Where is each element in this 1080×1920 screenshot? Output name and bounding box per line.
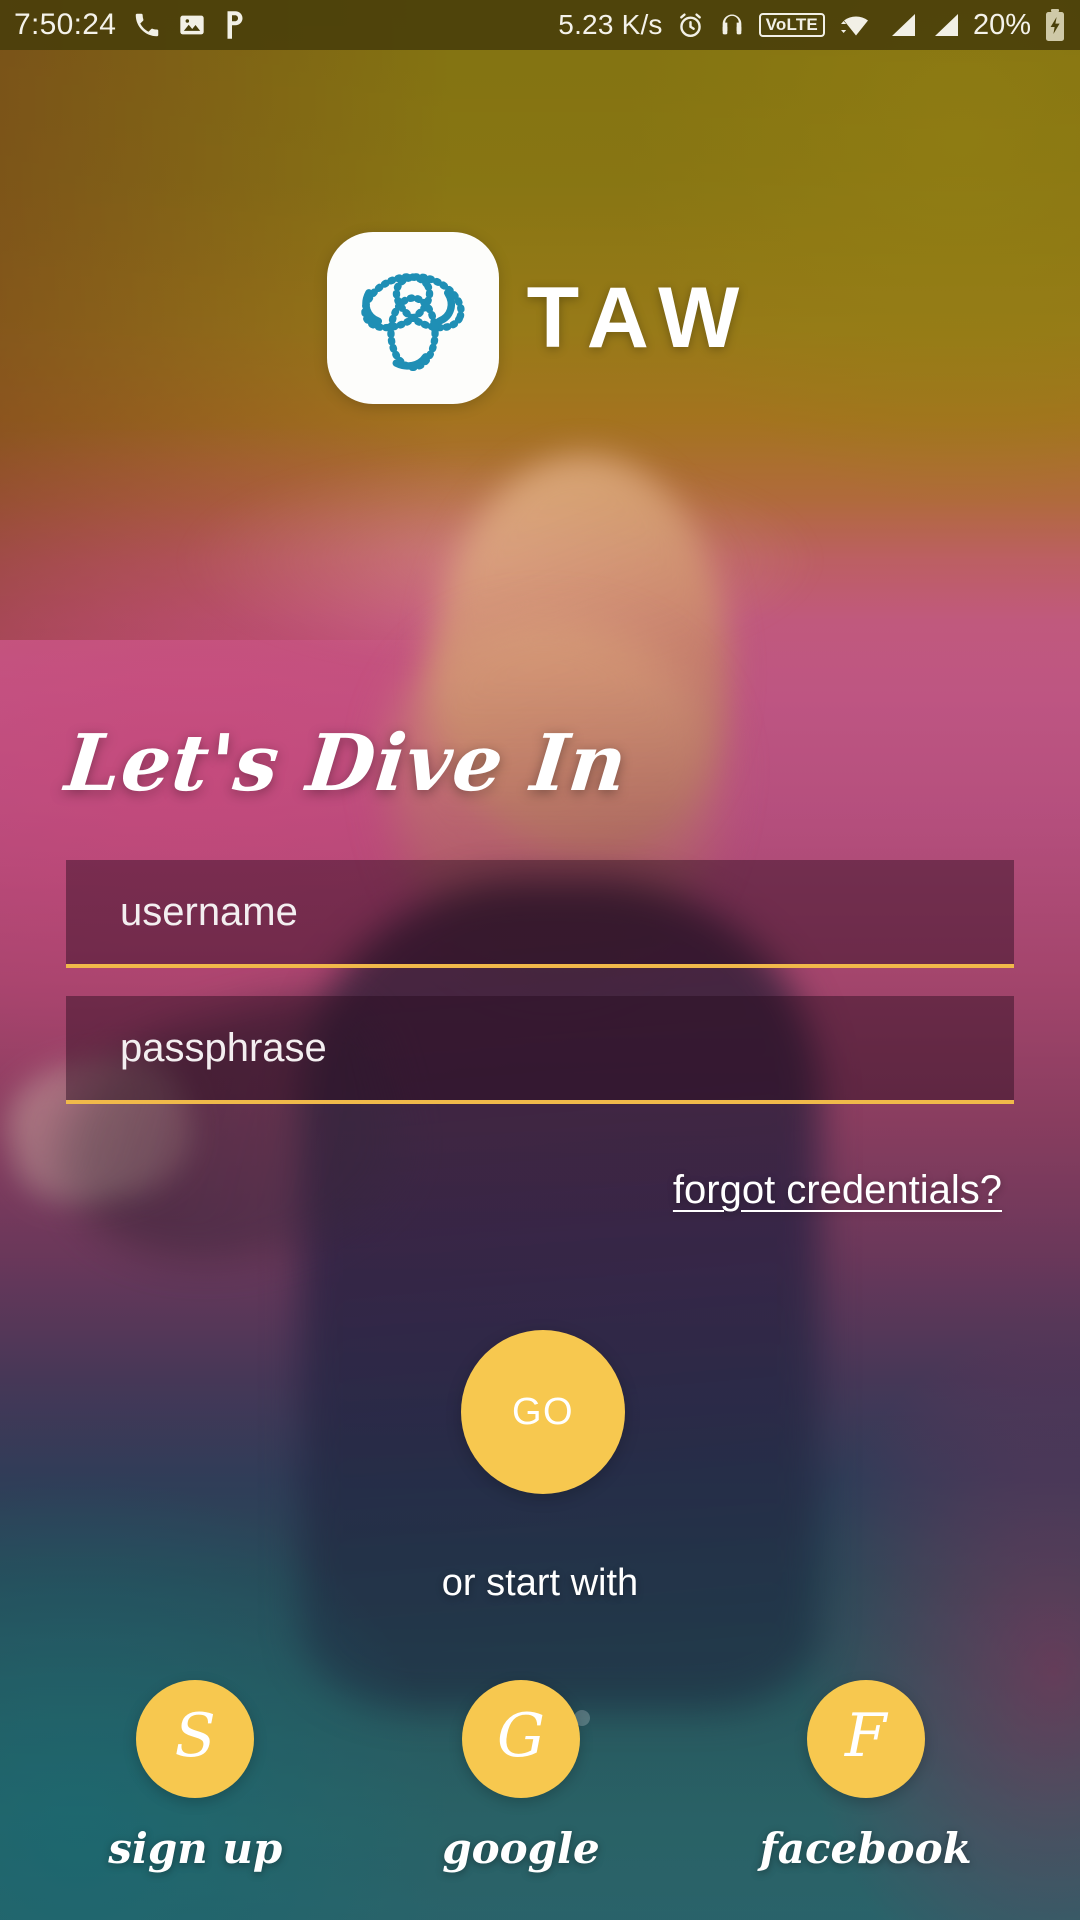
wifi-icon	[838, 11, 874, 39]
app-logo-tile	[326, 232, 499, 404]
headset-icon	[718, 11, 746, 39]
battery-percent-label: 20%	[972, 8, 1031, 41]
script-f-icon[interactable]: F	[806, 1680, 925, 1798]
status-bar-right: 5.23 K/s VoLTE 20%	[558, 8, 1066, 42]
facebook-button[interactable]: F facebook	[760, 1680, 972, 1873]
brand-name: TAW	[526, 270, 754, 366]
status-network-speed: 5.23 K/s	[558, 9, 663, 40]
google-glyph: G	[497, 1701, 545, 1771]
submit-button[interactable]: GO	[461, 1330, 625, 1494]
status-time: 7:50:24	[14, 8, 117, 41]
login-screen: 7:50:24 5.23 K/s VoLTE 20% TAW Let's Div…	[0, 0, 1080, 1920]
battery-charging-icon	[1044, 8, 1066, 42]
trefoil-knot-icon	[350, 255, 476, 381]
username-field[interactable]	[66, 860, 1014, 968]
alarm-icon	[676, 11, 705, 40]
forgot-credentials-link[interactable]: forgot credentials?	[673, 1168, 1002, 1213]
page-title: Let's Dive In	[61, 718, 632, 809]
script-g-icon[interactable]: G	[461, 1680, 580, 1798]
sign-up-glyph: S	[174, 1701, 216, 1771]
username-input[interactable]	[120, 860, 1014, 964]
facebook-glyph: F	[844, 1701, 887, 1771]
gallery-icon	[178, 11, 206, 39]
google-label: google	[442, 1824, 600, 1873]
sign-up-label: sign up	[108, 1824, 283, 1873]
phone-icon	[132, 10, 162, 40]
status-bar-left: 7:50:24	[14, 8, 248, 42]
script-s-icon[interactable]: S	[136, 1680, 255, 1798]
social-buttons: S sign up G google F facebook	[0, 1680, 1080, 1873]
facebook-label: facebook	[759, 1824, 972, 1873]
social-divider-label: or start with	[441, 1562, 639, 1604]
status-bar: 7:50:24 5.23 K/s VoLTE 20%	[0, 0, 1080, 50]
brand-header: TAW	[0, 232, 1080, 404]
volte-icon: VoLTE	[758, 13, 825, 37]
signal2-icon	[930, 11, 960, 39]
phonepe-icon	[222, 10, 248, 40]
sign-up-button[interactable]: S sign up	[108, 1680, 282, 1873]
passphrase-field[interactable]	[66, 996, 1014, 1104]
google-button[interactable]: G google	[442, 1680, 600, 1873]
signal-icon	[887, 11, 917, 39]
passphrase-input[interactable]	[120, 996, 1014, 1100]
